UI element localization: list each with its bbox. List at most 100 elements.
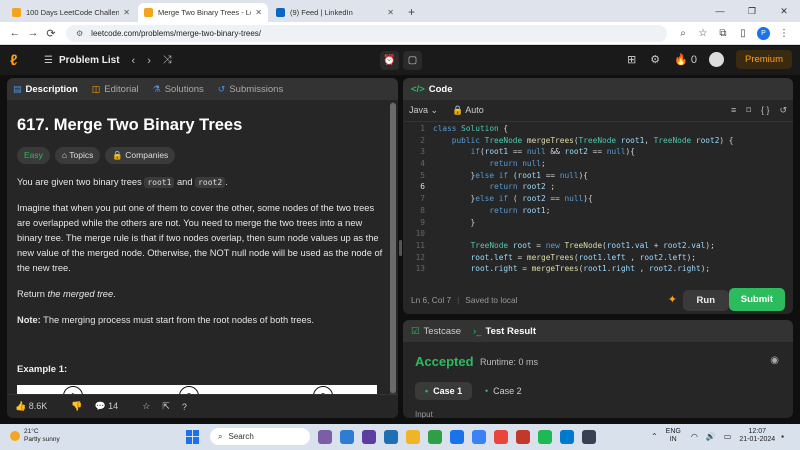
browser-tab-1[interactable]: 100 Days LeetCode Challenge ✕ bbox=[6, 3, 136, 22]
volume-icon[interactable]: 🔊 bbox=[706, 432, 716, 441]
chrome-icon[interactable] bbox=[494, 429, 508, 444]
site-info-icon[interactable]: ⚙ bbox=[76, 29, 83, 38]
window-controls: — ❐ ✕ bbox=[704, 0, 800, 22]
forward-icon[interactable]: → bbox=[24, 27, 42, 39]
app-icon[interactable] bbox=[428, 429, 442, 444]
premium-button[interactable]: Premium bbox=[735, 50, 792, 69]
submit-button[interactable]: Submit bbox=[728, 288, 785, 311]
tab-favicon-icon bbox=[12, 8, 21, 17]
problem-statement-1: You are given two binary trees root1 and… bbox=[17, 177, 228, 188]
help-icon[interactable]: ? bbox=[182, 402, 187, 412]
user-avatar[interactable] bbox=[708, 52, 724, 67]
new-tab-button[interactable]: + bbox=[402, 5, 421, 22]
shuffle-icon[interactable]: ⤨ bbox=[163, 54, 172, 67]
bookmark-star-icon[interactable]: ☆ bbox=[693, 28, 713, 39]
chevron-up-icon[interactable]: ⌃ bbox=[651, 432, 658, 441]
dislike-icon[interactable]: 👎 bbox=[71, 401, 82, 412]
tab-favicon-icon bbox=[276, 8, 285, 17]
app-icon[interactable] bbox=[340, 429, 354, 444]
maximize-icon[interactable]: ❐ bbox=[736, 6, 768, 17]
code-editor[interactable]: 1 class Solution { 2 public TreeNode merg… bbox=[403, 122, 793, 276]
braces-icon[interactable]: { } bbox=[761, 105, 770, 116]
app-icon[interactable] bbox=[582, 429, 596, 444]
extensions-icon[interactable]: ⧉ bbox=[713, 28, 733, 39]
panel-resize-handle[interactable] bbox=[399, 240, 402, 256]
app-icon[interactable] bbox=[362, 429, 376, 444]
close-icon[interactable]: ✕ bbox=[255, 8, 262, 17]
like-button[interactable]: 👍 8.6K bbox=[15, 401, 59, 412]
companies-button[interactable]: 🔒 Companies bbox=[105, 147, 176, 164]
comments-button[interactable]: 💬 14 bbox=[94, 401, 130, 412]
wifi-icon[interactable]: ◠ bbox=[691, 432, 698, 441]
clock[interactable]: 12:07 21-01-2024 bbox=[739, 428, 775, 444]
tab-favicon-icon bbox=[144, 8, 153, 17]
sidebar-icon[interactable]: ▯ bbox=[733, 28, 753, 39]
profile-avatar[interactable]: P bbox=[757, 26, 770, 40]
vscode-icon[interactable] bbox=[560, 429, 574, 444]
tab-solutions[interactable]: ⚗ Solutions bbox=[153, 84, 204, 95]
start-button[interactable] bbox=[186, 429, 200, 444]
close-window-icon[interactable]: ✕ bbox=[768, 6, 800, 17]
back-icon[interactable]: ← bbox=[6, 27, 24, 39]
tab-editorial[interactable]: ◫ Editorial bbox=[92, 84, 139, 95]
streak-counter[interactable]: 🔥 0 bbox=[674, 53, 697, 66]
scrollbar-thumb[interactable] bbox=[390, 103, 396, 393]
taskbar-search[interactable]: ⌕ Search bbox=[210, 428, 310, 445]
leetcode-logo-icon[interactable]: ℓ bbox=[10, 52, 28, 69]
notes-icon[interactable]: ▢ bbox=[403, 51, 422, 70]
language-select[interactable]: Java ⌄ bbox=[409, 105, 438, 116]
reload-icon[interactable]: ⟳ bbox=[42, 27, 60, 40]
case-1-tab[interactable]: • Case 1 bbox=[415, 382, 473, 400]
next-problem-icon[interactable]: › bbox=[147, 55, 151, 67]
tab-test-result[interactable]: Test Result bbox=[485, 326, 536, 337]
tab-submissions[interactable]: ↺ Submissions bbox=[218, 84, 283, 95]
edge-icon[interactable] bbox=[450, 429, 464, 444]
list-icon: ☰ bbox=[44, 55, 53, 66]
run-button[interactable]: Run bbox=[682, 290, 729, 311]
spotify-icon[interactable] bbox=[538, 429, 552, 444]
zoom-icon[interactable]: ⌕ bbox=[673, 28, 693, 39]
timer-icon[interactable]: ⏰ bbox=[380, 51, 399, 70]
prev-problem-icon[interactable]: ‹ bbox=[132, 55, 136, 67]
reset-icon[interactable]: ↺ bbox=[779, 105, 787, 116]
gear-icon[interactable]: ⚙ bbox=[650, 53, 660, 66]
cursor-position: Ln 6, Col 7 bbox=[411, 295, 452, 305]
menu-icon[interactable]: ⋮ bbox=[774, 28, 794, 39]
code-header: </> Code bbox=[403, 78, 793, 100]
app-icon[interactable] bbox=[472, 429, 486, 444]
bookmark-icon[interactable]: ⌑ bbox=[746, 105, 751, 116]
eye-icon[interactable]: ◉ bbox=[770, 355, 779, 366]
tab-title: (9) Feed | LinkedIn bbox=[290, 8, 353, 17]
language-indicator[interactable]: ENG IN bbox=[666, 428, 681, 444]
app-icon[interactable] bbox=[384, 429, 398, 444]
url-field[interactable]: ⚙ leetcode.com/problems/merge-two-binary… bbox=[66, 24, 667, 42]
browser-tab-3[interactable]: (9) Feed | LinkedIn ✕ bbox=[270, 3, 400, 22]
result-tabs: ☑ Testcase ›_ Test Result bbox=[403, 320, 793, 342]
weather-widget[interactable]: 21°C Partly sunny bbox=[10, 428, 60, 444]
tab-description[interactable]: ▤ Description bbox=[13, 84, 78, 95]
tab-testcase[interactable]: Testcase bbox=[424, 326, 462, 337]
tab-title: Merge Two Binary Trees - LeetC bbox=[158, 8, 251, 17]
minimize-icon[interactable]: — bbox=[704, 6, 736, 16]
star-icon[interactable]: ☆ bbox=[142, 401, 150, 412]
code-toolbar: Java ⌄ 🔒 Auto ≡ ⌑ { } ↺ bbox=[403, 100, 793, 122]
app-icon[interactable] bbox=[516, 429, 530, 444]
close-icon[interactable]: ✕ bbox=[123, 8, 130, 17]
share-icon[interactable]: ⇱ bbox=[162, 401, 170, 412]
weather-sun-icon bbox=[10, 431, 20, 441]
runtime-text: Runtime: 0 ms bbox=[480, 357, 539, 367]
app-icon[interactable] bbox=[318, 429, 332, 444]
close-icon[interactable]: ✕ bbox=[387, 8, 394, 17]
format-icon[interactable]: ≡ bbox=[731, 105, 736, 116]
file-explorer-icon[interactable] bbox=[406, 429, 420, 444]
case-2-tab[interactable]: • Case 2 bbox=[475, 382, 532, 400]
battery-icon[interactable]: ▭ bbox=[724, 432, 732, 441]
notification-icon[interactable]: ▪ bbox=[781, 432, 784, 441]
auto-mode-toggle[interactable]: 🔒 Auto bbox=[452, 105, 484, 116]
example-heading: Example 1: bbox=[17, 364, 68, 375]
topics-button[interactable]: ⌂ Topics bbox=[54, 147, 101, 164]
ai-assist-icon[interactable]: ✦ bbox=[668, 293, 677, 306]
browser-tab-2[interactable]: Merge Two Binary Trees - LeetC ✕ bbox=[138, 3, 268, 22]
problem-list-button[interactable]: ☰ Problem List bbox=[44, 55, 120, 66]
layout-icon[interactable]: ⊞ bbox=[627, 53, 636, 66]
